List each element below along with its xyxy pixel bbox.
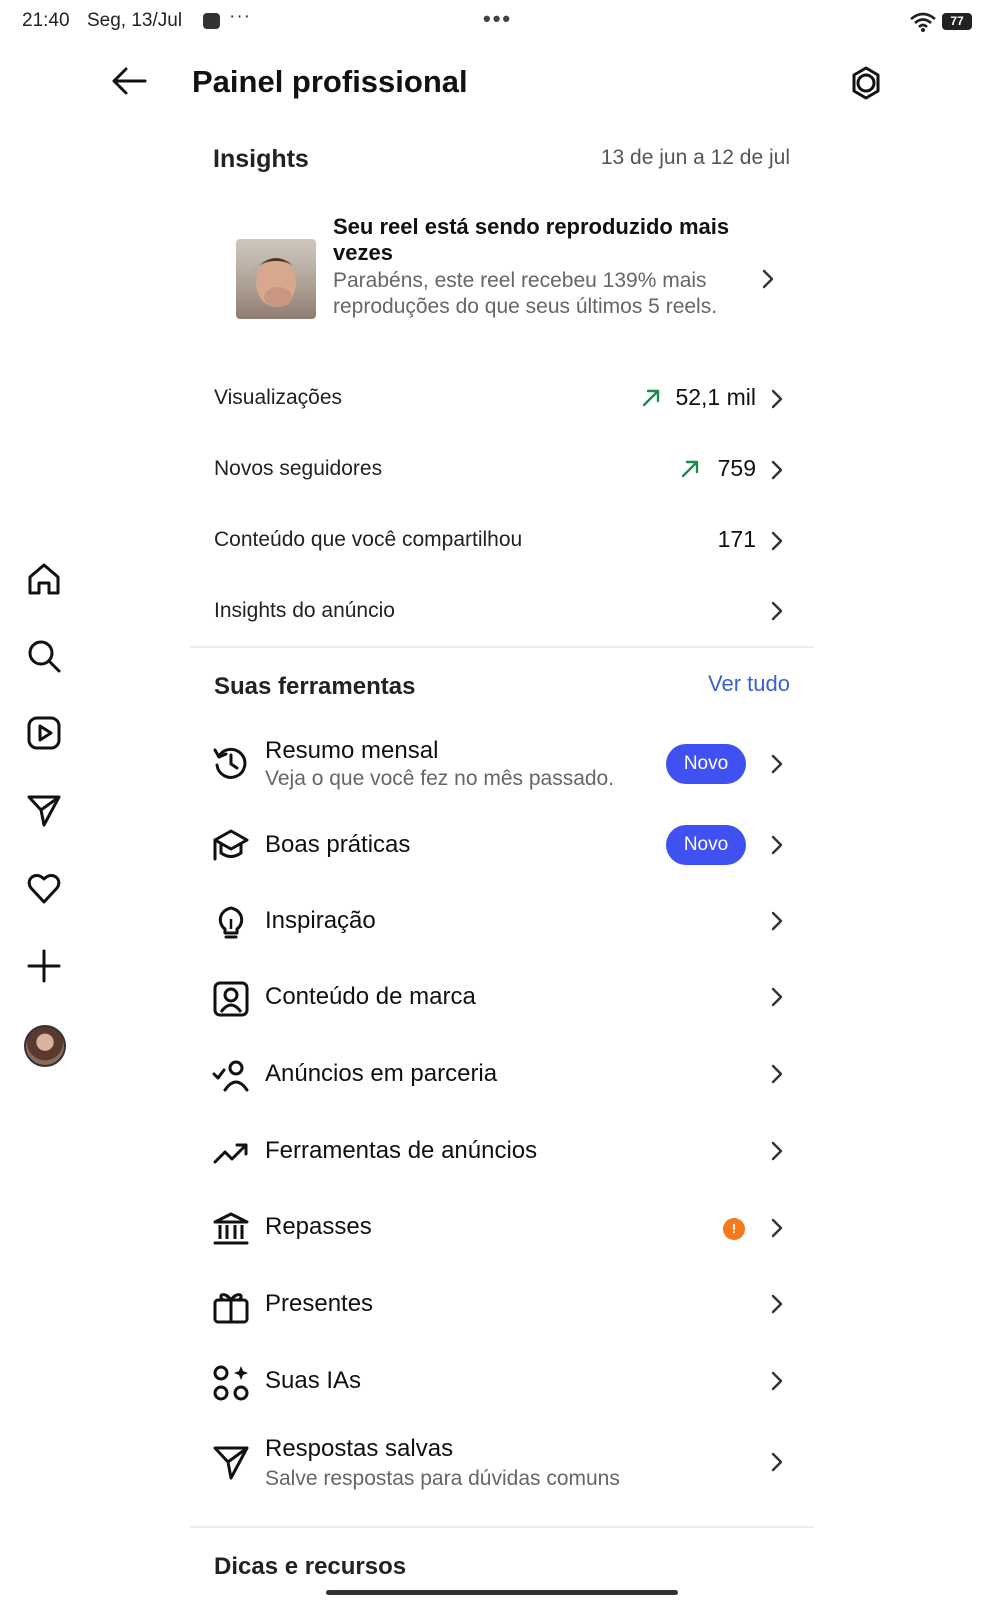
search-icon[interactable] bbox=[26, 638, 66, 678]
section-divider bbox=[190, 646, 814, 648]
metric-label-views[interactable]: Visualizações bbox=[214, 386, 342, 410]
plus-icon[interactable] bbox=[26, 948, 66, 988]
new-badge: Novo bbox=[666, 825, 746, 865]
history-icon bbox=[212, 744, 250, 782]
chevron-right-icon[interactable] bbox=[769, 600, 785, 622]
status-date: Seg, 13/Jul bbox=[87, 10, 183, 31]
home-indicator[interactable] bbox=[326, 1590, 678, 1595]
ai-shapes-icon bbox=[212, 1364, 250, 1402]
chevron-right-icon[interactable] bbox=[769, 1451, 785, 1473]
window-handle-dots[interactable]: ••• bbox=[483, 6, 512, 32]
status-more-notifications: ··· bbox=[229, 6, 251, 27]
tool-subtitle-respostas-salvas: Salve respostas para dúvidas comuns bbox=[265, 1467, 620, 1490]
wifi-icon bbox=[910, 12, 936, 32]
chevron-right-icon[interactable] bbox=[769, 986, 785, 1008]
alert-icon: ! bbox=[723, 1218, 745, 1240]
graduation-cap-icon bbox=[212, 826, 250, 864]
branded-content-icon bbox=[212, 980, 250, 1018]
chevron-right-icon[interactable] bbox=[769, 910, 785, 932]
arrow-left-icon bbox=[112, 67, 147, 95]
send-icon bbox=[212, 1443, 250, 1481]
tool-label-presentes[interactable]: Presentes bbox=[265, 1290, 373, 1318]
gift-icon bbox=[212, 1287, 250, 1325]
tools-title: Suas ferramentas bbox=[214, 673, 416, 700]
page-title: Painel profissional bbox=[192, 64, 468, 99]
metric-value-shared-content: 171 bbox=[717, 526, 756, 552]
insights-date-range[interactable]: 13 de jun a 12 de jul bbox=[540, 146, 790, 170]
reel-card-title[interactable]: Seu reel está sendo reproduzido mais vez… bbox=[333, 214, 733, 266]
tool-label-resumo-mensal[interactable]: Resumo mensal bbox=[265, 737, 438, 765]
settings-button[interactable] bbox=[849, 66, 883, 100]
gear-icon bbox=[852, 66, 880, 100]
reel-card-description: Parabéns, este reel recebeu 139% mais re… bbox=[333, 269, 718, 318]
chevron-right-icon[interactable] bbox=[769, 1370, 785, 1392]
send-icon[interactable] bbox=[26, 792, 66, 832]
metric-label-shared-content[interactable]: Conteúdo que você compartilhou bbox=[214, 528, 522, 552]
status-time: 21:40 bbox=[22, 10, 70, 31]
new-badge: Novo bbox=[666, 744, 746, 784]
tool-label-boas-praticas[interactable]: Boas práticas bbox=[265, 831, 410, 859]
chevron-right-icon[interactable] bbox=[769, 753, 785, 775]
chevron-right-icon[interactable] bbox=[769, 530, 785, 552]
metric-label-ad-insights[interactable]: Insights do anúncio bbox=[214, 599, 395, 623]
tool-label-conteudo-de-marca[interactable]: Conteúdo de marca bbox=[265, 983, 476, 1011]
status-app-icon bbox=[203, 13, 220, 29]
heart-icon[interactable] bbox=[26, 870, 66, 910]
trending-up-icon bbox=[212, 1134, 250, 1172]
tool-label-ferramentas-de-anuncios[interactable]: Ferramentas de anúncios bbox=[265, 1137, 537, 1165]
home-icon[interactable] bbox=[26, 561, 66, 601]
lightbulb-icon bbox=[212, 903, 250, 941]
see-all-link[interactable]: Ver tudo bbox=[690, 671, 790, 697]
tool-subtitle-resumo-mensal: Veja o que você fez no mês passado. bbox=[265, 767, 615, 790]
chevron-right-icon[interactable] bbox=[769, 459, 785, 481]
back-button[interactable] bbox=[111, 66, 147, 96]
metric-value-views: 52,1 mil bbox=[675, 384, 756, 410]
chevron-right-icon[interactable] bbox=[769, 1140, 785, 1162]
metric-label-followers[interactable]: Novos seguidores bbox=[214, 457, 382, 481]
battery-indicator: 77 bbox=[942, 13, 972, 30]
tool-label-suas-ias[interactable]: Suas IAs bbox=[265, 1367, 361, 1395]
partner-person-icon bbox=[212, 1057, 250, 1095]
bank-icon bbox=[212, 1210, 250, 1248]
metric-value-followers: 759 bbox=[717, 455, 756, 481]
chevron-right-icon[interactable] bbox=[769, 834, 785, 856]
tips-title: Dicas e recursos bbox=[214, 1553, 407, 1580]
chevron-right-icon[interactable] bbox=[760, 268, 776, 290]
reels-icon[interactable] bbox=[26, 715, 66, 755]
tool-label-respostas-salvas[interactable]: Respostas salvas bbox=[265, 1435, 453, 1463]
chevron-right-icon[interactable] bbox=[769, 1217, 785, 1239]
tool-label-inspiracao[interactable]: Inspiração bbox=[265, 907, 376, 935]
section-divider bbox=[190, 1526, 814, 1528]
chevron-right-icon[interactable] bbox=[769, 1063, 785, 1085]
avatar[interactable] bbox=[24, 1025, 66, 1067]
tool-label-anuncios-em-parceria[interactable]: Anúncios em parceria bbox=[265, 1060, 497, 1088]
chevron-right-icon[interactable] bbox=[769, 1293, 785, 1315]
reel-thumbnail[interactable] bbox=[236, 239, 316, 319]
chevron-right-icon[interactable] bbox=[769, 388, 785, 410]
insights-title: Insights bbox=[213, 145, 309, 173]
tool-label-repasses[interactable]: Repasses bbox=[265, 1213, 372, 1241]
